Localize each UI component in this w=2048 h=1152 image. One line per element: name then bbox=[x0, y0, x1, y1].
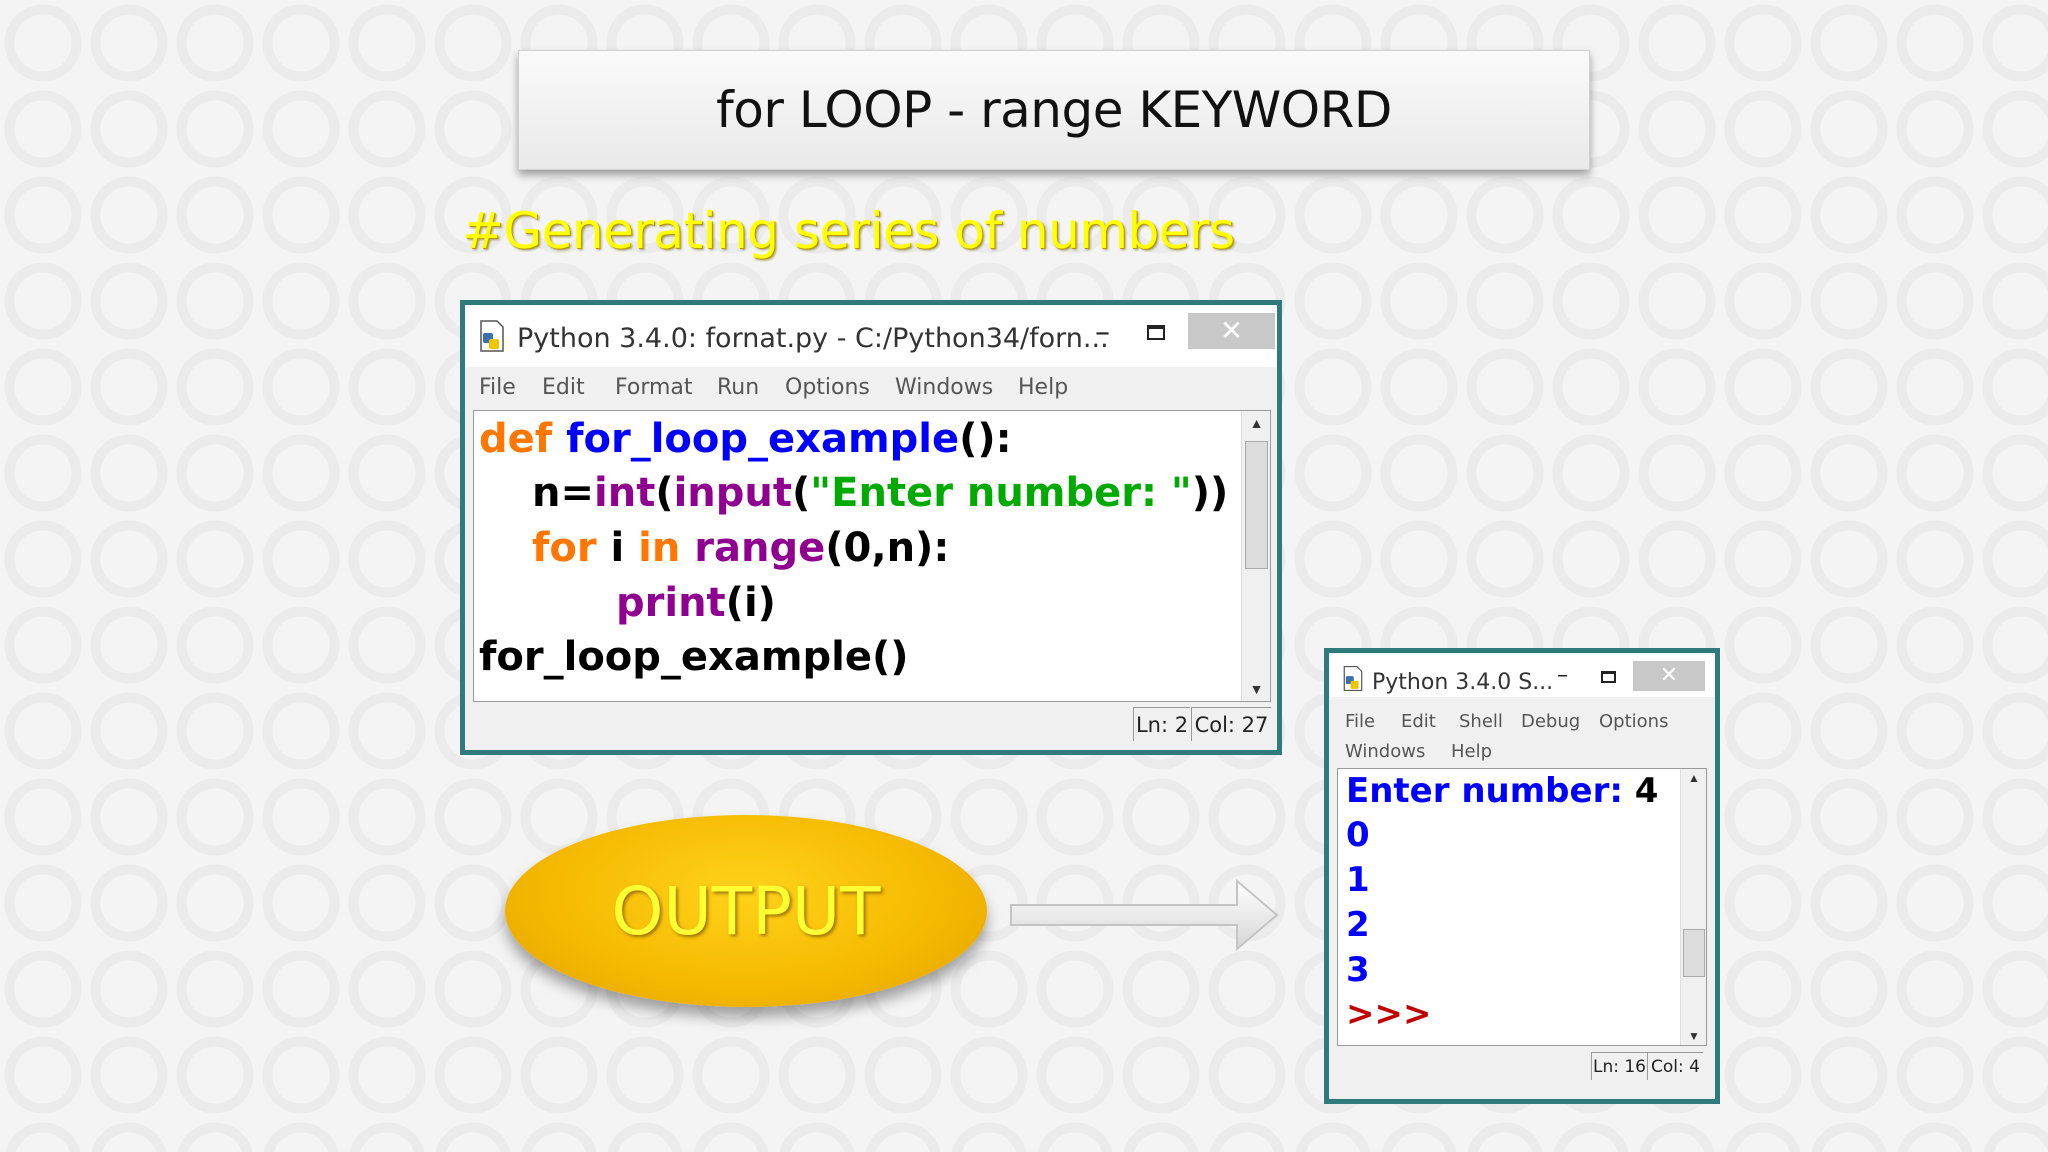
shell-window: Python 3.4.0 S... – ✕ File Edit Shell De… bbox=[1324, 648, 1720, 1104]
code-editor-area[interactable]: def for_loop_example(): n=int(input("Ent… bbox=[473, 410, 1271, 702]
python-file-icon bbox=[480, 320, 504, 352]
code-string: "Enter number: " bbox=[810, 470, 1192, 516]
menu-help[interactable]: Help bbox=[1018, 375, 1068, 400]
shell-prompt[interactable]: >>> bbox=[1346, 994, 1431, 1034]
code-builtin-int: int bbox=[594, 470, 656, 516]
shell-input-line: Enter number: 4 bbox=[1346, 771, 1658, 811]
code-def-parens: (): bbox=[959, 416, 1012, 462]
menu-edit[interactable]: Edit bbox=[542, 375, 585, 400]
editor-status-line: Ln: 2 bbox=[1133, 707, 1190, 741]
editor-scroll-thumb[interactable] bbox=[1245, 441, 1268, 569]
code-line-3: for i in range(0,n): bbox=[532, 525, 949, 571]
code-builtin-print: print bbox=[616, 580, 726, 626]
shell-scrollbar[interactable]: ▲ ▼ bbox=[1680, 769, 1706, 1045]
shell-output-line: 0 bbox=[1346, 815, 1370, 855]
shell-status-col: Col: 4 bbox=[1647, 1052, 1703, 1080]
shell-menu-debug[interactable]: Debug bbox=[1521, 711, 1580, 732]
editor-scrollbar[interactable]: ▲ ▼ bbox=[1241, 411, 1270, 701]
editor-status-col: Col: 27 bbox=[1191, 707, 1271, 741]
code-paren: )) bbox=[1191, 470, 1229, 516]
shell-window-title: Python 3.4.0 S... bbox=[1372, 670, 1554, 695]
shell-titlebar[interactable]: Python 3.4.0 S... – ✕ bbox=[1329, 653, 1715, 697]
slide-title: for LOOP - range KEYWORD bbox=[716, 81, 1392, 139]
code-print-args: (i) bbox=[725, 580, 776, 626]
code-builtin-input: input bbox=[673, 470, 793, 516]
shell-input-value: 4 bbox=[1634, 771, 1659, 811]
menu-run[interactable]: Run bbox=[717, 375, 759, 400]
menu-file[interactable]: File bbox=[479, 375, 516, 400]
menu-options[interactable]: Options bbox=[785, 375, 870, 400]
maximize-icon[interactable] bbox=[1601, 671, 1616, 683]
shell-input-prompt: Enter number: bbox=[1346, 771, 1635, 811]
close-icon[interactable]: ✕ bbox=[1188, 313, 1275, 349]
editor-menubar: File Edit Format Run Options Windows Hel… bbox=[465, 367, 1277, 409]
code-line-4: print(i) bbox=[616, 580, 776, 626]
shell-status-line: Ln: 16 bbox=[1591, 1052, 1647, 1080]
code-line-2: n=int(input("Enter number: ")) bbox=[532, 470, 1228, 516]
scroll-down-icon[interactable]: ▼ bbox=[1681, 1029, 1706, 1043]
shell-menu-help[interactable]: Help bbox=[1451, 741, 1492, 762]
maximize-icon[interactable] bbox=[1147, 325, 1165, 340]
shell-menu-shell[interactable]: Shell bbox=[1459, 711, 1503, 732]
scroll-down-icon[interactable]: ▼ bbox=[1242, 681, 1270, 697]
menu-windows[interactable]: Windows bbox=[895, 375, 993, 400]
minimize-icon[interactable]: – bbox=[1095, 315, 1110, 350]
editor-statusbar: Ln: 2 Col: 27 bbox=[465, 705, 1277, 743]
shell-output-area[interactable]: Enter number: 4 0 1 2 3 >>> ▲ ▼ bbox=[1337, 768, 1707, 1046]
scroll-up-icon[interactable]: ▲ bbox=[1242, 415, 1270, 431]
python-file-icon bbox=[1343, 665, 1363, 692]
output-ellipse: OUTPUT bbox=[505, 815, 987, 1007]
code-line-1: def for_loop_example(): bbox=[479, 416, 1012, 462]
scroll-up-icon[interactable]: ▲ bbox=[1681, 771, 1706, 785]
editor-window: Python 3.4.0: fornat.py - C:/Python34/fo… bbox=[460, 300, 1282, 755]
shell-output-line: 3 bbox=[1346, 950, 1370, 990]
right-arrow-icon bbox=[1010, 878, 1279, 952]
shell-output-line: 1 bbox=[1346, 860, 1370, 900]
code-variable: i bbox=[596, 525, 639, 571]
output-label: OUTPUT bbox=[611, 872, 881, 950]
slide-title-box: for LOOP - range KEYWORD bbox=[518, 50, 1590, 170]
shell-statusbar: Ln: 16 Col: 4 bbox=[1329, 1048, 1715, 1088]
menu-format[interactable]: Format bbox=[615, 375, 693, 400]
code-paren: ( bbox=[655, 470, 674, 516]
code-paren: ( bbox=[792, 470, 811, 516]
editor-titlebar[interactable]: Python 3.4.0: fornat.py - C:/Python34/fo… bbox=[465, 305, 1277, 367]
code-function-name: for_loop_example bbox=[566, 416, 960, 462]
shell-menubar: File Edit Shell Debug Options Windows He… bbox=[1329, 697, 1715, 762]
code-keyword-in: in bbox=[638, 525, 681, 571]
shell-menu-windows[interactable]: Windows bbox=[1345, 741, 1425, 762]
shell-output-line: 2 bbox=[1346, 905, 1370, 945]
shell-scroll-thumb[interactable] bbox=[1683, 929, 1705, 977]
shell-menu-edit[interactable]: Edit bbox=[1401, 711, 1436, 732]
close-icon[interactable]: ✕ bbox=[1633, 661, 1705, 691]
shell-menu-options[interactable]: Options bbox=[1599, 711, 1668, 732]
editor-window-title: Python 3.4.0: fornat.py - C:/Python34/fo… bbox=[517, 323, 1109, 354]
code-range-args: (0,n): bbox=[825, 525, 950, 571]
shell-menu-file[interactable]: File bbox=[1345, 711, 1375, 732]
minimize-icon[interactable]: – bbox=[1557, 663, 1568, 688]
code-assign: n= bbox=[532, 470, 594, 516]
code-line-5: for_loop_example() bbox=[479, 634, 909, 680]
slide-subtitle: #Generating series of numbers bbox=[462, 202, 1235, 260]
code-builtin-range: range bbox=[694, 525, 826, 571]
code-keyword-for: for bbox=[532, 525, 597, 571]
code-keyword-def: def bbox=[479, 416, 553, 462]
